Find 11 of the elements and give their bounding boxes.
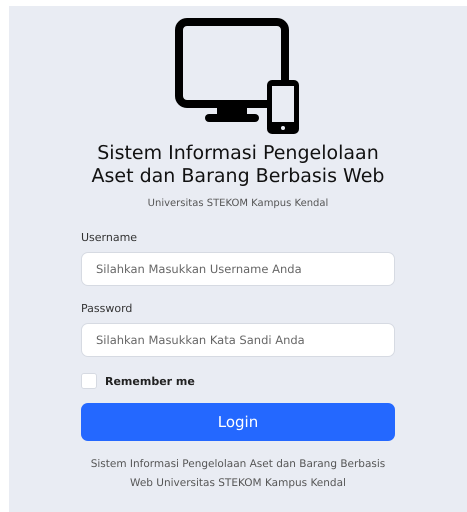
checkbox-label: Remember me xyxy=(105,374,195,388)
username-field[interactable]: Silahkan Masukkan Username Anda xyxy=(81,252,395,286)
subtitle: Universitas STEKOM Kampus Kendal xyxy=(148,198,328,209)
login-button[interactable]: Login xyxy=(81,403,395,441)
devices-icon xyxy=(175,18,301,136)
app-title: Sistem Informasi Pengelolaan Aset dan Barang Berbasis Web xyxy=(90,142,386,188)
field-label: Username xyxy=(81,231,138,244)
footer-text: Sistem Informasi Pengelolaan Aset dan Barang Berbasis Web Universitas STEKOM Kampus Kendal xyxy=(90,457,386,491)
checkbox[interactable] xyxy=(81,373,97,389)
password-field[interactable]: Silahkan Masukkan Kata Sandi Anda xyxy=(81,323,395,357)
field-label: Password xyxy=(81,302,134,315)
